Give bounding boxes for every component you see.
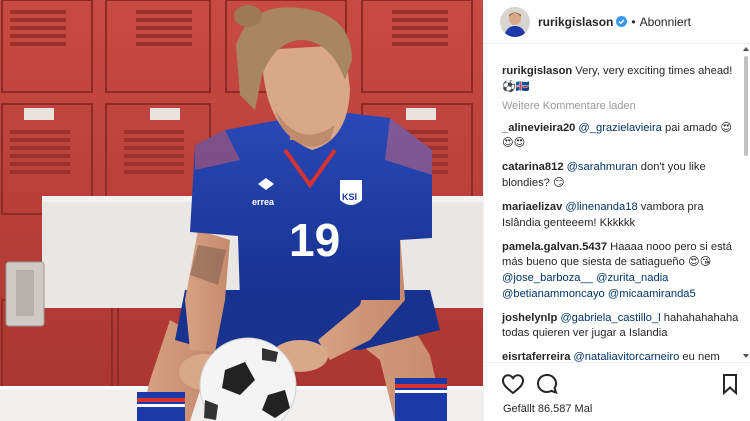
- comment-author[interactable]: pamela.galvan.5437: [502, 241, 607, 253]
- comment-author[interactable]: _alinevieira20: [502, 122, 575, 134]
- comment-mention[interactable]: @sarahmuran: [567, 161, 638, 173]
- crest-text: KSI: [342, 192, 357, 202]
- verified-badge-icon: [616, 16, 628, 27]
- jersey-number: 19: [289, 214, 340, 266]
- comment-mention[interactable]: @micaamiranda5: [608, 288, 696, 300]
- caption: rurikgislason Very, very exciting times a…: [502, 64, 741, 95]
- scrollbar-thumb[interactable]: [744, 56, 748, 156]
- comment-mention[interactable]: @nataliavitorcarneiro: [573, 351, 679, 362]
- post-photo[interactable]: 19 KSI errea: [0, 0, 483, 421]
- heart-icon[interactable]: [501, 372, 525, 396]
- comment-mention[interactable]: @_grazielavieira: [578, 122, 662, 134]
- comment-author[interactable]: mariaelizav: [502, 201, 562, 213]
- scroll-up-arrow-icon[interactable]: [743, 46, 749, 52]
- avatar[interactable]: [500, 6, 530, 37]
- comment-item: mariaelizav @linenanda18 vambora pra Islâ…: [502, 200, 741, 231]
- author-username[interactable]: rurikgislason: [538, 15, 613, 29]
- comment-author[interactable]: joshelynlp: [502, 312, 557, 324]
- post-side-panel: rurikgislason • Abonniert rurikgislason V…: [483, 0, 750, 421]
- comment-bubble-icon[interactable]: [535, 372, 559, 396]
- comment-item: pamela.galvan.5437 Haaaa nooo pero si est…: [502, 240, 741, 302]
- comment-item: joshelynlp @gabriela_castillo_l hahahahah…: [502, 311, 741, 342]
- comment-mention[interactable]: @zurita_nadia: [596, 272, 668, 284]
- comment-item: catarina812 @sarahmuran don't you like bl…: [502, 160, 741, 191]
- brand-text: errea: [252, 197, 275, 207]
- header-separator: •: [631, 14, 636, 29]
- comment-mention[interactable]: @linenanda18: [565, 201, 637, 213]
- comment-mention[interactable]: @betianammoncayo: [502, 288, 605, 300]
- likes-count[interactable]: Gefällt 86.587 Mal: [503, 403, 592, 415]
- follow-state-button[interactable]: Abonniert: [640, 15, 691, 29]
- comment-list[interactable]: rurikgislason Very, very exciting times a…: [484, 44, 750, 362]
- comment-item: _alinevieira20 @_grazielavieira pai amado…: [502, 121, 741, 152]
- bookmark-icon[interactable]: [718, 372, 742, 396]
- comment-mention[interactable]: @jose_barboza__: [502, 272, 593, 284]
- crest-icon: KSI: [340, 180, 362, 205]
- scroll-down-arrow-icon[interactable]: [743, 353, 749, 359]
- caption-author[interactable]: rurikgislason: [502, 65, 572, 77]
- post-actions: Gefällt 86.587 Mal: [484, 362, 750, 421]
- load-more-comments-button[interactable]: Weitere Kommentare laden: [502, 100, 741, 112]
- post-photo-illustration: 19 KSI errea: [0, 0, 483, 421]
- comment-mention[interactable]: @gabriela_castillo_l: [560, 312, 660, 324]
- post-header: rurikgislason • Abonniert: [484, 0, 750, 44]
- comment-item: eisrtaferreira @nataliavitorcarneiro eu n…: [502, 350, 741, 362]
- comment-author[interactable]: eisrtaferreira: [502, 351, 570, 362]
- comment-author[interactable]: catarina812: [502, 161, 564, 173]
